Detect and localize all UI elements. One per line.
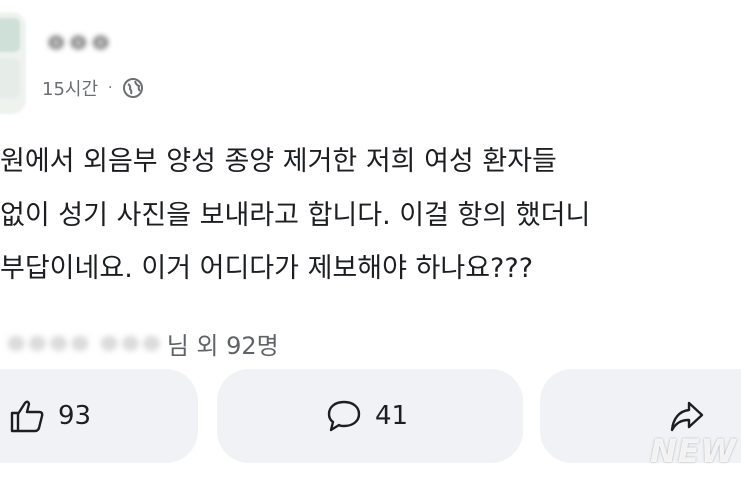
timestamp[interactable]: 15시간 <box>42 75 98 101</box>
like-button[interactable]: 93 <box>0 369 198 463</box>
share-icon <box>668 397 706 435</box>
comment-count: 41 <box>375 401 409 431</box>
post-meta: 15시간 · <box>42 74 144 102</box>
reactors-names: ㅇㅇㅇㅇ ㅇㅇㅇ <box>6 333 163 358</box>
comment-icon <box>325 397 363 435</box>
comment-button[interactable]: 41 <box>217 369 523 463</box>
meta-separator: · <box>108 80 113 96</box>
reactors-count: 님 외 92명 <box>166 331 279 360</box>
facebook-post: ㅇㅇㅇ 15시간 · 원에서 외음부 양성 종양 제거한 저희 여성 환자들 없… <box>0 0 741 486</box>
post-line-1: 원에서 외음부 양성 종양 제거한 저희 여성 환자들 <box>0 146 557 177</box>
post-line-3: 부답이네요. 이거 어디다가 제보해야 하나요??? <box>0 253 534 284</box>
post-line-2: 없이 성기 사진을 보내라고 합니다. 이걸 항의 했더니 <box>0 200 591 231</box>
news-watermark: NEW <box>650 432 737 470</box>
avatar[interactable] <box>0 12 26 114</box>
reactions-summary[interactable]: ㅇㅇㅇㅇ ㅇㅇㅇ 님 외 92명 <box>0 323 279 363</box>
author-name[interactable]: ㅇㅇㅇ <box>46 26 113 58</box>
like-count: 93 <box>58 401 92 431</box>
globe-icon <box>122 77 144 99</box>
thumbs-up-icon <box>8 397 46 435</box>
